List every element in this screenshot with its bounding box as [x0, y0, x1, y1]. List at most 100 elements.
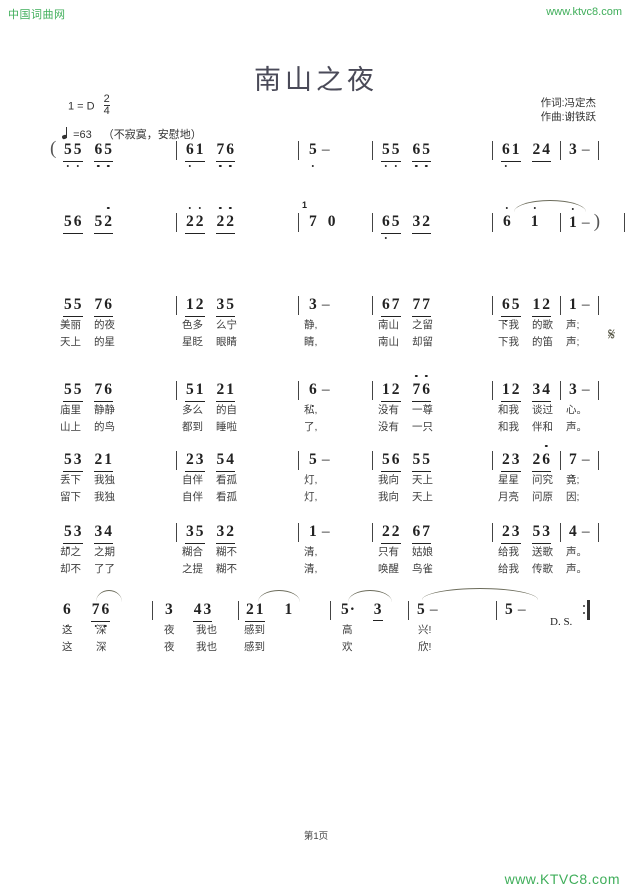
measure-notes: 5652	[62, 207, 182, 234]
lyric-verse1: 声。	[566, 546, 587, 558]
lyric-verse2: 声。	[566, 563, 587, 575]
lyric-verse1: 多么	[182, 404, 203, 416]
barline	[560, 141, 562, 160]
barline	[298, 296, 300, 315]
measure-notes: 5576	[62, 380, 182, 402]
barline	[598, 141, 600, 160]
lyric-verse2: 的星	[94, 336, 115, 348]
measure-notes: 5576	[62, 295, 182, 317]
lyric-verse1: 问究	[532, 474, 553, 486]
barline	[598, 451, 600, 470]
lyric-verse1: 夜	[164, 624, 175, 636]
barline	[298, 451, 300, 470]
lyric-verse2: 唤醒	[378, 563, 399, 575]
site-url-link[interactable]: www.ktvc8.com	[546, 6, 622, 18]
barline	[492, 451, 494, 470]
footer-url-link[interactable]: www.KTVC8.com	[505, 871, 620, 887]
lyric-verse2: 传歌	[532, 563, 553, 575]
barline	[372, 523, 374, 542]
measure-notes: 5321	[62, 450, 182, 472]
score-line-6: 5334 却之 之期 却不 了了 3532 糊合 糊不 之提 糊不 1– 清, …	[52, 522, 600, 582]
lyric-verse1: 丢下	[60, 474, 81, 486]
lyric-verse2: 因;	[566, 491, 580, 503]
composer-credit: 作曲:谢铁跃	[540, 111, 596, 123]
lyric-verse2: 却不	[60, 563, 81, 575]
lyric-verse1: 心。	[566, 404, 587, 416]
lyric-verse1: 之期	[94, 546, 115, 558]
slur	[422, 588, 538, 600]
slur	[96, 590, 122, 602]
lyric-verse2: 之提	[182, 563, 203, 575]
key-signature-label: 1 = D	[68, 100, 95, 113]
score-line-7: 676 这 深 这 深 343 夜 我也 夜 我也 211 感到 感到 5· 3 …	[52, 588, 600, 660]
measure-notes: 5565	[62, 140, 182, 167]
lyric-verse2: 我向	[378, 491, 399, 503]
lyric-verse2: 的鸟	[94, 421, 115, 433]
barline	[624, 213, 626, 232]
lyric-verse2: 看孤	[216, 491, 237, 503]
lyric-verse2: 眼睛	[216, 336, 237, 348]
measure-notes: 5334	[62, 522, 182, 549]
barline	[560, 451, 562, 470]
lyric-verse1: 感到	[244, 624, 265, 636]
lyric-verse1: 静,	[304, 319, 318, 331]
lyric-verse2: 留下	[60, 491, 81, 503]
lyric-verse2: 山上	[60, 421, 81, 433]
lyric-verse1: 竟;	[566, 474, 580, 486]
barline	[176, 213, 178, 232]
lyric-verse2: 了,	[304, 421, 318, 433]
lyric-verse1: 看孤	[216, 474, 237, 486]
lyric-verse1: 下我	[498, 319, 519, 331]
lyric-verse1: 自伴	[182, 474, 203, 486]
barline	[598, 381, 600, 400]
barline	[176, 296, 178, 315]
quarter-note-icon	[61, 127, 70, 140]
lyric-verse1: 的歌	[532, 319, 553, 331]
lyric-verse1: 这	[62, 624, 73, 636]
barline	[496, 601, 498, 620]
measure-notes: 6176	[184, 140, 304, 167]
measure-notes: 5–	[417, 601, 438, 618]
lyric-verse2: 都到	[182, 421, 203, 433]
barline	[492, 213, 494, 232]
credits: 作词:冯定杰 作曲:谢铁跃	[541, 96, 596, 124]
lyric-verse1: 深	[96, 624, 107, 636]
barline	[176, 381, 178, 400]
measure-notes: 6532	[380, 212, 500, 239]
lyric-verse1: 星星	[498, 474, 519, 486]
lyric-verse1: 么宁	[216, 319, 237, 331]
score-line-1: ( 5565 6176 5– 5565 6124 3–	[50, 138, 600, 180]
measure-notes: 1–	[569, 296, 590, 313]
barline	[372, 381, 374, 400]
ds-marking: D. S.	[550, 616, 573, 628]
lyric-verse2: 星眨	[182, 336, 203, 348]
lyric-verse1: 私,	[304, 404, 318, 416]
lyric-verse2: 鸟雀	[412, 563, 433, 575]
measure-notes: 1276	[380, 375, 500, 402]
lyric-verse1: 色多	[182, 319, 203, 331]
barline	[372, 141, 374, 160]
measure-notes: 5121	[184, 380, 304, 402]
lyric-verse2: 糊不	[216, 563, 237, 575]
lyric-verse1: 的自	[216, 404, 237, 416]
barline	[560, 523, 562, 542]
lyric-verse1: 的夜	[94, 319, 115, 331]
measure-notes: 1235	[184, 295, 304, 317]
lyric-verse1: 之留	[412, 319, 433, 331]
open-paren: (	[50, 138, 57, 159]
rest-note: 0	[327, 213, 336, 230]
top-bar: 中国词曲网 www.ktvc8.com	[0, 6, 632, 26]
lyric-verse1: 南山	[378, 319, 399, 331]
score-line-2: 5652 2222 1 70 6532 61 1–)	[52, 200, 626, 252]
lyric-verse1: 灯,	[304, 474, 318, 486]
lyric-verse2: 问原	[532, 491, 553, 503]
measure-notes: 2267	[380, 522, 500, 544]
lyric-verse2: 下我	[498, 336, 519, 348]
barline	[330, 601, 332, 620]
measure-notes: 4–	[569, 523, 590, 540]
lyric-verse2: 深	[96, 641, 107, 653]
barline	[598, 296, 600, 315]
measure-notes: 2222	[184, 207, 304, 234]
page-number: 第1页	[303, 831, 329, 842]
lyric-verse1: 我独	[94, 474, 115, 486]
